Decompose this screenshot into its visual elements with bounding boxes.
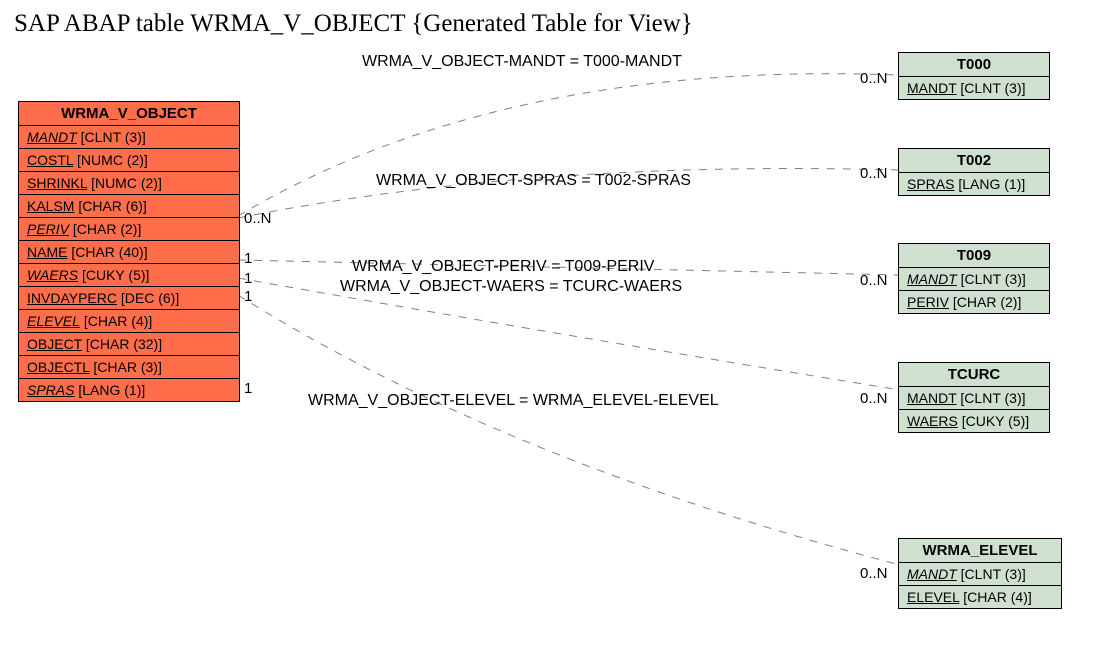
card-r-t000: 0..N xyxy=(860,70,888,87)
field-elevel: ELEVEL [CHAR (4)] xyxy=(19,310,239,333)
field-costl: COSTL [NUMC (2)] xyxy=(19,149,239,172)
entity-header: TCURC xyxy=(899,363,1049,387)
card-r-t002: 0..N xyxy=(860,165,888,182)
card-r-tcurc: 0..N xyxy=(860,390,888,407)
entity-header: T002 xyxy=(899,149,1049,173)
field-mandt: MANDT [CLNT (3)] xyxy=(899,563,1061,586)
relation-elevel: WRMA_V_OBJECT-ELEVEL = WRMA_ELEVEL-ELEVE… xyxy=(308,392,719,410)
entity-wrma-v-object: WRMA_V_OBJECT MANDT [CLNT (3)] COSTL [NU… xyxy=(18,101,240,402)
field-spras: SPRAS [LANG (1)] xyxy=(899,173,1049,195)
field-mandt: MANDT [CLNT (3)] xyxy=(899,77,1049,99)
entity-tcurc: TCURC MANDT [CLNT (3)] WAERS [CUKY (5)] xyxy=(898,362,1050,433)
relation-spras: WRMA_V_OBJECT-SPRAS = T002-SPRAS xyxy=(376,172,691,190)
field-invdayperc: INVDAYPERC [DEC (6)] xyxy=(19,287,239,310)
field-objectl: OBJECTL [CHAR (3)] xyxy=(19,356,239,379)
field-mandt: MANDT [CLNT (3)] xyxy=(899,268,1049,291)
field-periv: PERIV [CHAR (2)] xyxy=(899,291,1049,313)
entity-header: T009 xyxy=(899,244,1049,268)
card-left-top: 0..N xyxy=(244,210,272,227)
relation-mandt: WRMA_V_OBJECT-MANDT = T000-MANDT xyxy=(362,53,682,71)
field-waers: WAERS [CUKY (5)] xyxy=(899,410,1049,432)
field-elevel: ELEVEL [CHAR (4)] xyxy=(899,586,1061,608)
entity-header: T000 xyxy=(899,53,1049,77)
card-left-1b: 1 xyxy=(244,270,252,287)
field-periv: PERIV [CHAR (2)] xyxy=(19,218,239,241)
entity-header: WRMA_ELEVEL xyxy=(899,539,1061,563)
field-mandt: MANDT [CLNT (3)] xyxy=(19,126,239,149)
page-title: SAP ABAP table WRMA_V_OBJECT {Generated … xyxy=(14,10,693,38)
field-name: NAME [CHAR (40)] xyxy=(19,241,239,264)
entity-header: WRMA_V_OBJECT xyxy=(19,102,239,126)
card-r-t009: 0..N xyxy=(860,272,888,289)
entity-t002: T002 SPRAS [LANG (1)] xyxy=(898,148,1050,196)
field-spras: SPRAS [LANG (1)] xyxy=(19,379,239,401)
relation-waers: WRMA_V_OBJECT-WAERS = TCURC-WAERS xyxy=(340,278,682,296)
card-left-1c: 1 xyxy=(244,288,252,305)
entity-t009: T009 MANDT [CLNT (3)] PERIV [CHAR (2)] xyxy=(898,243,1050,314)
field-waers: WAERS [CUKY (5)] xyxy=(19,264,239,287)
card-left-1d: 1 xyxy=(244,380,252,397)
field-object: OBJECT [CHAR (32)] xyxy=(19,333,239,356)
field-kalsm: KALSM [CHAR (6)] xyxy=(19,195,239,218)
field-mandt: MANDT [CLNT (3)] xyxy=(899,387,1049,410)
card-r-wrma-elevel: 0..N xyxy=(860,565,888,582)
field-shrinkl: SHRINKL [NUMC (2)] xyxy=(19,172,239,195)
entity-t000: T000 MANDT [CLNT (3)] xyxy=(898,52,1050,100)
card-left-1a: 1 xyxy=(244,250,252,267)
entity-wrma-elevel: WRMA_ELEVEL MANDT [CLNT (3)] ELEVEL [CHA… xyxy=(898,538,1062,609)
relation-periv: WRMA_V_OBJECT-PERIV = T009-PERIV xyxy=(352,258,654,276)
